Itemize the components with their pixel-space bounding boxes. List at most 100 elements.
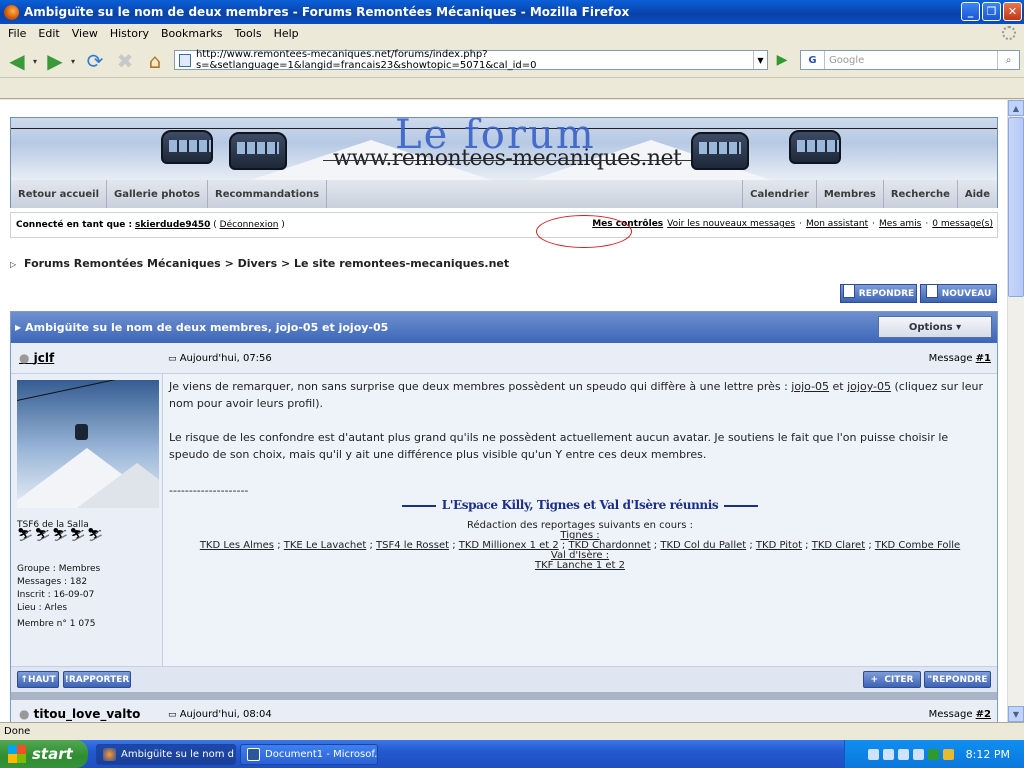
search-input[interactable]: G Google ⌕ [800, 50, 1020, 70]
post-reply-button[interactable]: " REPONDRE [924, 671, 991, 688]
sig-link[interactable]: TKE Le Lavachet [284, 540, 367, 551]
post-author[interactable]: ● jclf [19, 351, 54, 365]
sig-link[interactable]: TKD Millionex 1 et 2 [459, 540, 559, 551]
sig-link[interactable]: TKD Pitot [756, 540, 802, 551]
nav-membres[interactable]: Membres [815, 180, 883, 208]
menu-file[interactable]: File [2, 27, 32, 40]
status-bar: Done [0, 722, 1024, 740]
post2-number: Message #2 [928, 709, 991, 720]
sig-link[interactable]: TKD Claret [812, 540, 865, 551]
volume-icon[interactable] [897, 748, 909, 760]
user-icon: ● [19, 351, 30, 365]
scroll-thumb[interactable] [1008, 117, 1024, 297]
breadcrumb-forums[interactable]: Forums Remontées Mécaniques [24, 257, 221, 270]
messages-count-link[interactable]: 0 message(s) [932, 219, 993, 229]
scroll-down-icon[interactable]: ▼ [1008, 706, 1024, 722]
taskbar-firefox[interactable]: Ambigüite su le nom d... [96, 744, 236, 765]
username-link[interactable]: skierdude9450 [135, 220, 210, 230]
search-icon[interactable]: ⌕ [997, 51, 1019, 69]
member-link-jojoy[interactable]: jojoy-05 [847, 380, 891, 393]
scroll-up-icon[interactable]: ▲ [1008, 100, 1024, 116]
windows-logo-icon [8, 745, 26, 763]
close-button[interactable]: ✕ [1003, 2, 1022, 21]
top-button[interactable]: ↑ HAUT [17, 671, 59, 688]
member-link-jojo[interactable]: jojo-05 [791, 380, 829, 393]
reply-label: REPONDRE [858, 288, 915, 299]
report-button[interactable]: ! RAPPORTER [63, 671, 131, 688]
url-dropdown-icon[interactable]: ▼ [753, 51, 767, 69]
friends-link[interactable]: Mes amis [879, 219, 921, 229]
options-button[interactable]: Options ▾ [878, 316, 992, 338]
url-bar[interactable]: http://www.remontees-mecaniques.net/foru… [174, 49, 768, 71]
tray-icon[interactable] [912, 748, 924, 760]
menu-help[interactable]: Help [268, 27, 305, 40]
page-icon [179, 53, 191, 67]
nav-recherche[interactable]: Recherche [882, 180, 957, 208]
breadcrumb-divers[interactable]: Divers [238, 257, 278, 270]
post-number: Message #1 [929, 353, 991, 364]
tray-icon[interactable] [867, 748, 879, 760]
nav-aide[interactable]: Aide [956, 180, 997, 208]
nav-calendrier[interactable]: Calendrier [742, 180, 816, 208]
breadcrumb-site[interactable]: Le site remontees-mecaniques.net [294, 257, 509, 270]
new-messages-link[interactable]: Voir les nouveaux messages [667, 219, 795, 229]
forward-dropdown-icon[interactable]: ▾ [68, 48, 78, 74]
menu-view[interactable]: View [66, 27, 104, 40]
menu-bookmarks[interactable]: Bookmarks [155, 27, 228, 40]
new-topic-button[interactable]: NOUVEAU [920, 283, 997, 303]
tray-icon[interactable] [882, 748, 894, 760]
search-engine-icon[interactable]: G [801, 51, 825, 69]
post2-date: ▭ Aujourd'hui, 08:04 [168, 709, 272, 720]
menu-edit[interactable]: Edit [32, 27, 65, 40]
sig-link[interactable]: TKD Combe Folle [875, 540, 960, 551]
member-number: Membre n° 1 075 [17, 619, 96, 629]
start-button[interactable]: start [0, 740, 88, 768]
reply-button[interactable]: REPONDRE [840, 283, 917, 303]
post-author-name[interactable]: jclf [34, 351, 55, 365]
tray-icon[interactable] [942, 748, 954, 760]
go-arrow-icon[interactable]: ▶ [772, 50, 792, 70]
firefox-window: Ambiguïte su le nom de deux membres - Fo… [0, 0, 1024, 768]
back-dropdown-icon[interactable]: ▾ [30, 48, 40, 74]
back-arrow-icon[interactable]: ◀ [4, 48, 30, 74]
gondola-image [789, 130, 841, 164]
gondola-image [229, 132, 287, 170]
reload-icon[interactable]: ⟳ [82, 48, 108, 74]
sig-link[interactable]: TKD Les Almes [200, 540, 274, 551]
post-separator [11, 692, 997, 700]
forum-top-nav: Retour accueil Gallerie photos Recommand… [11, 180, 997, 208]
vertical-scrollbar[interactable]: ▲ ▼ [1007, 100, 1024, 722]
message-num-link[interactable]: #1 [976, 353, 991, 364]
forward-arrow-icon[interactable]: ▶ [42, 48, 68, 74]
new-topic-label: NOUVEAU [941, 288, 992, 299]
reply-icon [842, 283, 855, 298]
nav-recommandations[interactable]: Recommandations [208, 180, 328, 208]
sig-link[interactable]: TKD Col du Pallet [660, 540, 746, 551]
logout-link[interactable]: Déconnexion [220, 220, 279, 230]
member-group: Groupe : Membres [17, 564, 101, 574]
menu-tools[interactable]: Tools [228, 27, 267, 40]
quote-button[interactable]: + CITER [863, 671, 921, 688]
annotation-circle [536, 215, 632, 248]
nav-retour-accueil[interactable]: Retour accueil [11, 180, 108, 208]
post-date: ▭ Aujourd'hui, 07:56 [168, 353, 272, 364]
signature-val-list[interactable]: TKF Lanche 1 et 2 [163, 561, 997, 571]
message-num-link[interactable]: #2 [976, 709, 991, 720]
assistant-link[interactable]: Mon assistant [806, 219, 868, 229]
menu-history[interactable]: History [104, 27, 155, 40]
nav-gallerie-photos[interactable]: Gallerie photos [107, 180, 208, 208]
start-label: start [32, 745, 73, 763]
post2-author-name[interactable]: titou_love_valto [34, 707, 141, 721]
search-placeholder: Google [829, 54, 865, 66]
minimize-button[interactable]: _ [961, 2, 980, 21]
stop-icon[interactable]: ✖ [112, 48, 138, 74]
post-icon: ▭ [168, 354, 177, 364]
restore-button[interactable]: ❐ [982, 2, 1001, 21]
post2-author[interactable]: ● titou_love_valto [19, 707, 140, 721]
network-icon[interactable] [927, 748, 939, 760]
post-body: Je viens de remarquer, non sans surprise… [163, 374, 997, 666]
home-icon[interactable]: ⌂ [142, 48, 168, 74]
taskbar-word[interactable]: Document1 - Microsof... [240, 744, 378, 765]
sig-link[interactable]: TSF4 le Rosset [376, 540, 449, 551]
banner-image: Le forum www.remontees-mecaniques.net [11, 118, 997, 180]
